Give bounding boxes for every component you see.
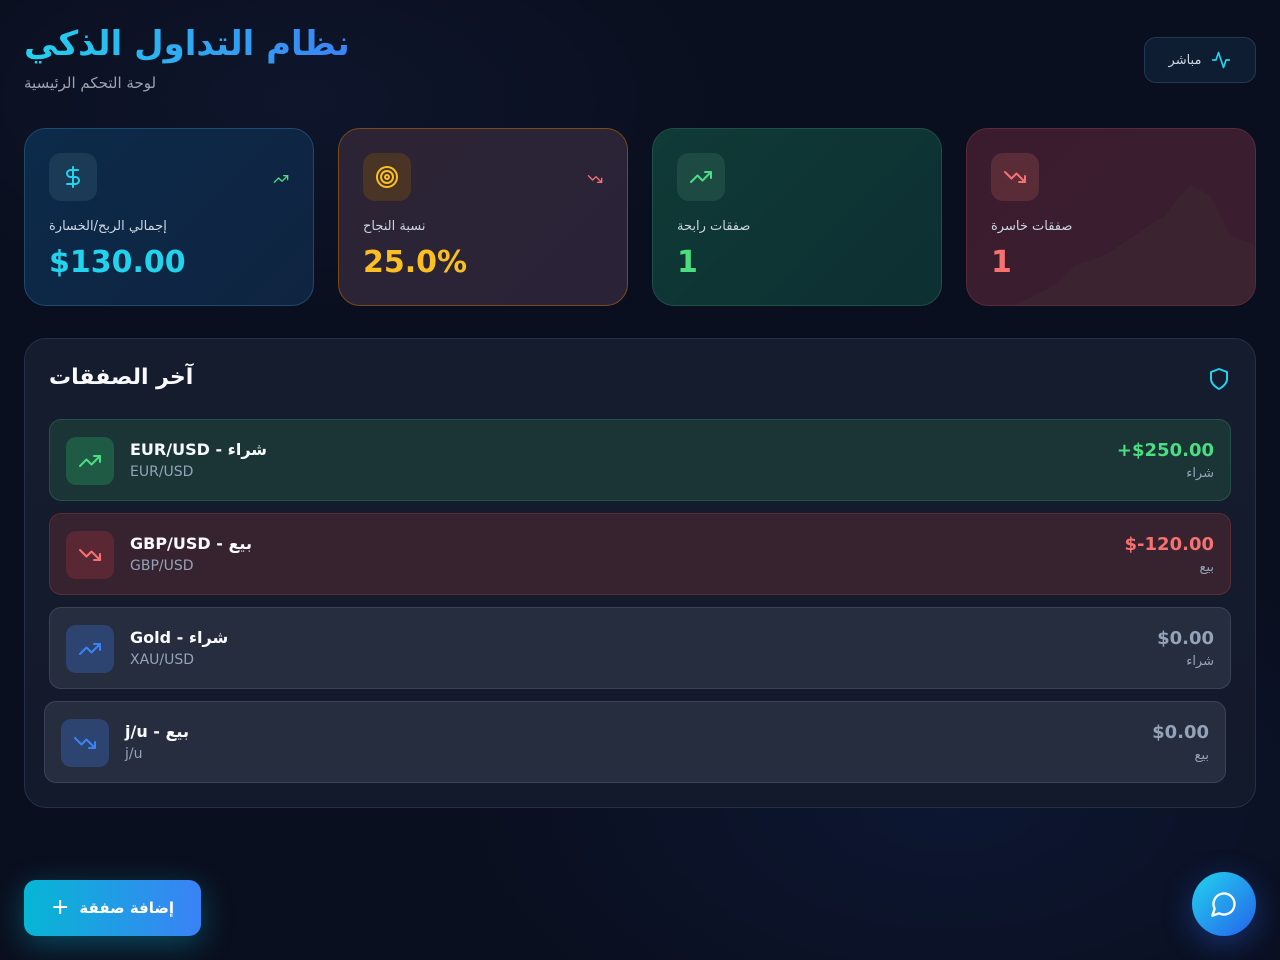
trending-down-icon: [66, 531, 114, 579]
add-trade-button[interactable]: + إضافة صفقة: [24, 880, 201, 936]
trend-down-small-icon: [587, 175, 603, 183]
stat-card-losing-trades: صفقات خاسرة 1: [966, 128, 1256, 306]
trending-down-icon: [61, 719, 109, 767]
trending-up-icon: [677, 153, 725, 201]
trade-row[interactable]: EUR/USD - شراء EUR/USD +$250.00 شراء: [49, 419, 1231, 501]
stat-value: 25.0%: [363, 245, 468, 280]
stat-label: صفقات خاسرة: [991, 219, 1073, 234]
stat-card-total-pnl: إجمالي الربح/الخسارة $130.00: [24, 128, 314, 306]
trade-amount: $-120.00: [1124, 534, 1214, 555]
live-label: مباشر: [1168, 52, 1202, 68]
header: نظام التداول الذكي لوحة التحكم الرئيسية …: [24, 24, 1256, 94]
stats-row: إجمالي الربح/الخسارة $130.00 نسبة النجاح…: [24, 128, 1256, 306]
panel-title: آخر الصفقات: [49, 365, 194, 390]
trade-name: j/u - بيع: [125, 722, 189, 741]
plus-icon: +: [50, 895, 70, 920]
trade-symbol: EUR/USD: [130, 464, 194, 480]
trade-name: Gold - شراء: [130, 628, 229, 647]
target-icon: [363, 153, 411, 201]
add-trade-label: إضافة صفقة: [79, 899, 175, 917]
decorative-chart-shape: [1015, 185, 1255, 305]
stat-card-success-rate: نسبة النجاح 25.0%: [338, 128, 628, 306]
shield-icon: [1210, 368, 1228, 390]
stat-value: $130.00: [49, 245, 186, 280]
trending-up-icon: [66, 625, 114, 673]
trade-symbol: XAU/USD: [130, 652, 195, 668]
live-status-button[interactable]: مباشر: [1144, 37, 1256, 83]
trend-up-small-icon: [273, 175, 289, 183]
stat-card-winning-trades: صفقات رابحة 1: [652, 128, 942, 306]
trade-name: EUR/USD - شراء: [130, 440, 268, 459]
stat-label: إجمالي الربح/الخسارة: [49, 219, 167, 234]
chat-icon: [1211, 892, 1236, 917]
trade-row[interactable]: Gold - شراء XAU/USD $0.00 شراء: [49, 607, 1231, 689]
trade-row[interactable]: GBP/USD - بيع GBP/USD $-120.00 بيع: [49, 513, 1231, 595]
activity-icon: [1212, 51, 1231, 69]
trending-down-icon: [991, 153, 1039, 201]
chat-button[interactable]: [1192, 872, 1256, 936]
trade-amount: +$250.00: [1116, 440, 1214, 461]
trade-amount: $0.00: [1152, 722, 1209, 743]
trade-row[interactable]: j/u - بيع j/u $0.00 بيع: [44, 701, 1226, 783]
stat-label: صفقات رابحة: [677, 219, 751, 234]
stat-value: 1: [677, 245, 698, 280]
stat-label: نسبة النجاح: [363, 219, 426, 234]
trending-up-icon: [66, 437, 114, 485]
page-subtitle: لوحة التحكم الرئيسية: [24, 74, 157, 92]
page-title: نظام التداول الذكي: [24, 24, 350, 64]
dollar-icon: [49, 153, 97, 201]
trade-side: بيع: [1194, 748, 1209, 763]
trade-amount: $0.00: [1157, 628, 1214, 649]
stat-value: 1: [991, 245, 1012, 280]
trade-symbol: GBP/USD: [130, 558, 194, 574]
recent-trades-panel: آخر الصفقات EUR/USD - شراء EUR/USD +$250…: [24, 338, 1256, 808]
trade-symbol: j/u: [125, 746, 143, 762]
trade-name: GBP/USD - بيع: [130, 534, 252, 553]
trade-side: شراء: [1186, 466, 1214, 481]
trade-side: شراء: [1186, 654, 1214, 669]
trade-side: بيع: [1199, 560, 1214, 575]
